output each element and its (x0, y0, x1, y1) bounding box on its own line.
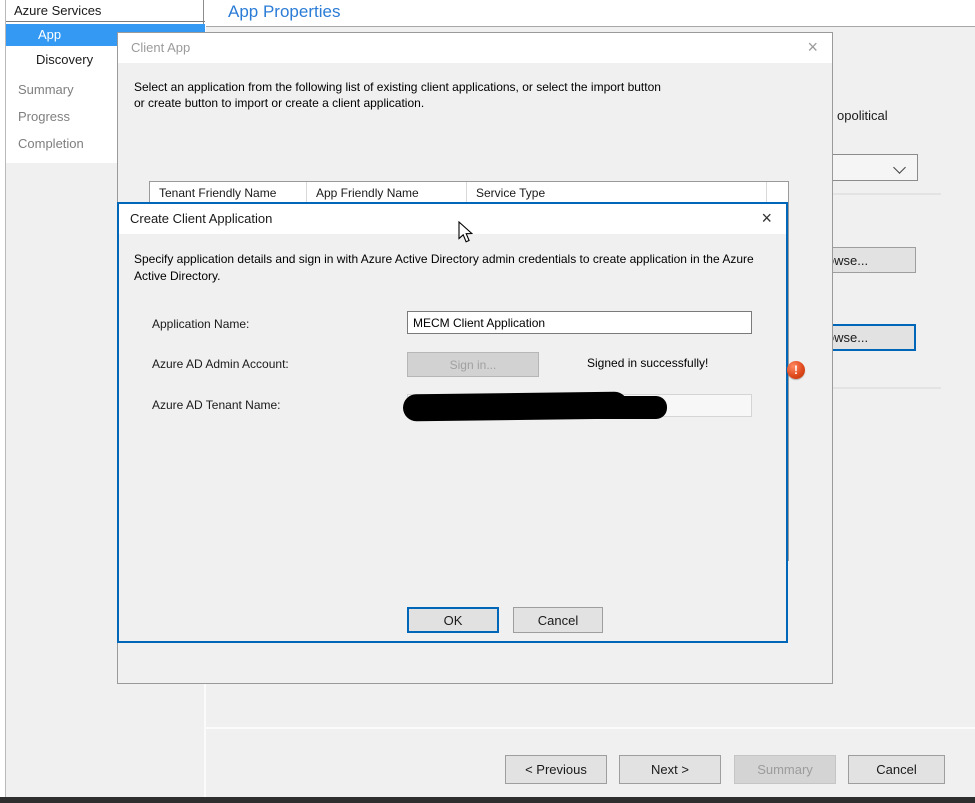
previous-button[interactable]: < Previous (505, 755, 607, 784)
sidebar-item-summary[interactable]: Summary (18, 82, 74, 97)
create-client-application-dialog: Create Client Application × Specify appl… (117, 202, 788, 643)
column-header-tenant-friendly-name[interactable]: Tenant Friendly Name (150, 182, 307, 204)
sign-in-status-text: Signed in successfully! (587, 356, 708, 370)
wizard-cancel-button[interactable]: Cancel (848, 755, 945, 784)
column-header-service-type[interactable]: Service Type (467, 182, 767, 204)
column-header-app-friendly-name[interactable]: App Friendly Name (307, 182, 467, 204)
close-icon[interactable]: × (761, 208, 772, 229)
application-name-field[interactable] (407, 311, 752, 334)
wizard-window: Azure Services App Discovery Summary Pro… (0, 0, 975, 803)
sidebar-divider (203, 0, 204, 27)
create-dialog-description: Specify application details and sign in … (134, 251, 782, 284)
ok-button[interactable]: OK (407, 607, 499, 633)
cancel-button-label: Cancel (514, 608, 602, 632)
background-truncated-label: opolitical (837, 108, 888, 123)
redaction-mark (559, 396, 667, 419)
window-bottom-edge (0, 797, 975, 803)
client-app-dialog-title: Client App (131, 40, 190, 55)
sidebar-item-completion[interactable]: Completion (18, 136, 84, 151)
client-app-dialog-titlebar (118, 33, 832, 63)
chevron-down-icon (893, 161, 906, 174)
cancel-button[interactable]: Cancel (513, 607, 603, 633)
close-icon[interactable]: × (807, 37, 818, 58)
sidebar-title-rule (6, 21, 205, 22)
summary-button: Summary (734, 755, 836, 784)
sidebar-item-progress[interactable]: Progress (18, 109, 70, 124)
page-title: App Properties (228, 2, 340, 22)
client-app-description: Select an application from the following… (134, 79, 664, 111)
application-name-label: Application Name: (152, 317, 249, 331)
mouse-cursor-icon (458, 221, 474, 249)
tenant-name-label: Azure AD Tenant Name: (152, 398, 281, 412)
ok-button-label: OK (409, 609, 497, 631)
sidebar-item-discovery[interactable]: Discovery (36, 52, 93, 67)
footer-separator (206, 727, 975, 729)
sign-in-button: Sign in... (407, 352, 539, 377)
column-header-spacer (767, 182, 788, 204)
error-icon: ! (787, 361, 805, 379)
admin-account-label: Azure AD Admin Account: (152, 357, 289, 371)
create-dialog-title: Create Client Application (130, 211, 272, 226)
sidebar-title: Azure Services (14, 3, 101, 18)
sign-in-button-label: Sign in... (408, 353, 538, 376)
next-button[interactable]: Next > (619, 755, 721, 784)
